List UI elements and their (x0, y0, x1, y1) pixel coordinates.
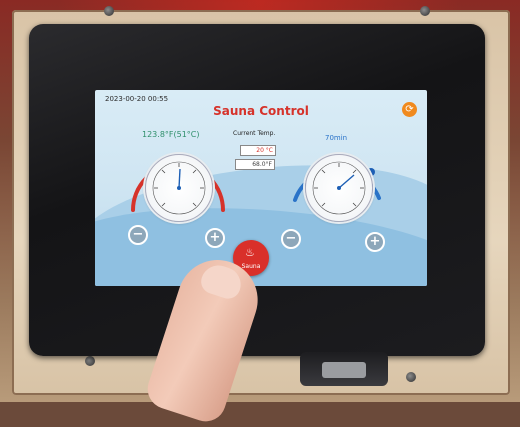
temperature-gauge[interactable] (123, 140, 233, 230)
current-temp-label: Current Temp. (233, 130, 276, 137)
latch-slot (322, 362, 366, 378)
temperature-increase-button[interactable]: + (205, 228, 225, 248)
person-icon: ♨ (245, 246, 255, 259)
screw-icon (406, 372, 416, 382)
temperature-decrease-button[interactable]: − (128, 225, 148, 245)
page-title: Sauna Control (213, 104, 309, 118)
screw-icon (420, 6, 430, 16)
current-temp-fahrenheit: 68.0°F (235, 159, 275, 170)
screw-icon (85, 356, 95, 366)
refresh-button[interactable]: ⟳ (402, 102, 417, 117)
door-latch (300, 352, 388, 386)
refresh-icon: ⟳ (405, 104, 414, 115)
timer-increase-button[interactable]: + (365, 232, 385, 252)
target-temperature: 123.8°F(51°C) (142, 130, 200, 139)
timer-decrease-button[interactable]: − (281, 229, 301, 249)
datetime-display: 2023-00-20 00:55 (105, 95, 169, 103)
screw-icon (104, 6, 114, 16)
touch-screen: 2023-00-20 00:55 Sauna Control ⟳ 123.8°F… (95, 90, 427, 286)
current-temp-celsius: 20 °C (240, 145, 276, 156)
timer-dial (305, 154, 373, 222)
temperature-dial (145, 154, 213, 222)
timer-gauge[interactable] (283, 140, 393, 230)
fingernail (197, 260, 246, 302)
